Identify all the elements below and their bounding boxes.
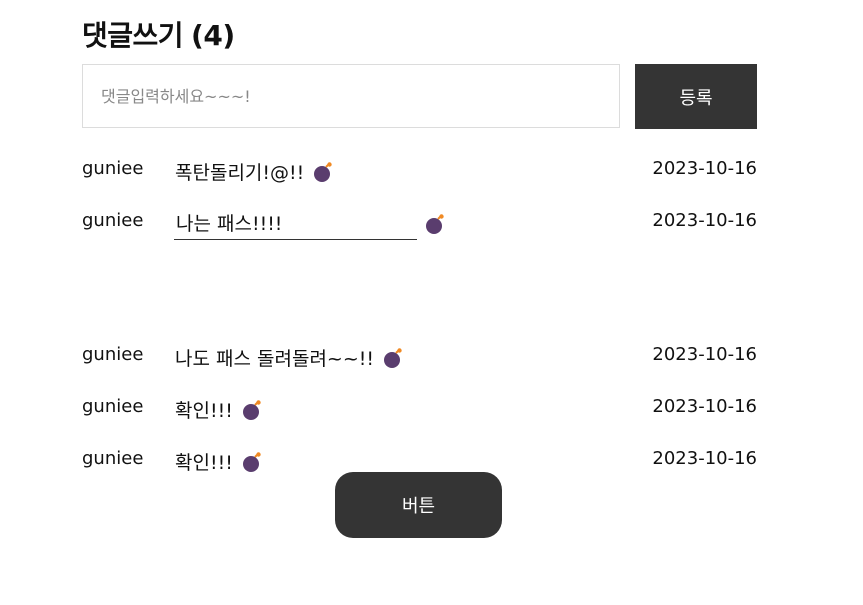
bomb-icon[interactable] bbox=[242, 400, 261, 420]
comment-date: 2023-10-16 bbox=[652, 210, 757, 231]
page-title: 댓글쓰기 (4) bbox=[82, 16, 235, 56]
comment-date: 2023-10-16 bbox=[652, 396, 757, 417]
comment-text: 확인!!! bbox=[175, 396, 261, 423]
bomb-icon[interactable] bbox=[384, 348, 402, 368]
bomb-icon[interactable] bbox=[314, 162, 332, 182]
comment-row: guniee 확인!!! 2023-10-16 bbox=[82, 392, 757, 424]
title-text: 댓글쓰기 bbox=[82, 19, 184, 52]
comment-date: 2023-10-16 bbox=[652, 448, 757, 469]
comment-text: 폭탄돌리기!@!! bbox=[175, 158, 332, 185]
comment-user: guniee bbox=[82, 210, 144, 231]
comment-date: 2023-10-16 bbox=[652, 158, 757, 179]
comment-row: guniee 나도 패스 돌려돌려~~!! 2023-10-16 bbox=[82, 340, 757, 372]
bomb-icon[interactable] bbox=[242, 452, 261, 472]
comment-row-editing: guniee 2023-10-16 bbox=[82, 206, 757, 240]
submit-button[interactable]: 등록 bbox=[635, 64, 757, 129]
comment-edit-input[interactable] bbox=[174, 206, 417, 240]
comment-row: guniee 폭탄돌리기!@!! 2023-10-16 bbox=[82, 154, 757, 186]
bomb-icon[interactable] bbox=[426, 214, 444, 234]
comment-user: guniee bbox=[82, 344, 144, 365]
comment-input[interactable] bbox=[82, 64, 620, 128]
comment-count: (4) bbox=[191, 19, 235, 52]
comment-text: 확인!!! bbox=[175, 448, 261, 475]
comment-date: 2023-10-16 bbox=[652, 344, 757, 365]
comment-user: guniee bbox=[82, 448, 144, 469]
action-button[interactable]: 버튼 bbox=[335, 472, 502, 538]
comment-user: guniee bbox=[82, 396, 144, 417]
comment-user: guniee bbox=[82, 158, 144, 179]
comment-text: 나도 패스 돌려돌려~~!! bbox=[175, 344, 402, 371]
